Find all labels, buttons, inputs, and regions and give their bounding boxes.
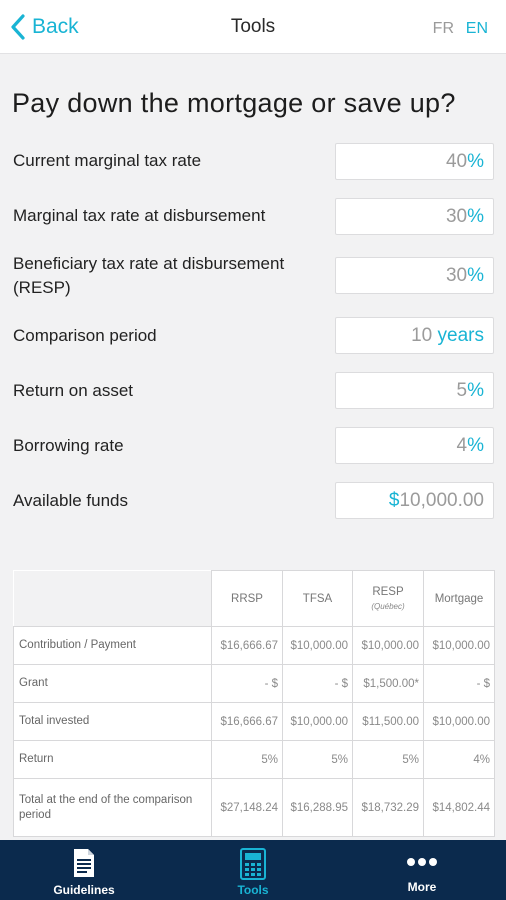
- row-label: Total at the end of the comparison perio…: [13, 778, 212, 837]
- table-cell: $16,666.67: [211, 626, 283, 665]
- percent-unit: %: [467, 206, 484, 227]
- disbursement-tax-rate-value: 30: [445, 206, 468, 227]
- return-on-asset-value: 5: [456, 380, 468, 401]
- tab-tools-label: Tools: [237, 883, 269, 897]
- back-label: Back: [32, 15, 79, 38]
- resp-header-label: RESP: [372, 586, 404, 598]
- table-cell: - $: [282, 664, 353, 703]
- table-row: Total at the end of the comparison perio…: [13, 778, 495, 837]
- table-cell: $27,148.24: [211, 778, 283, 837]
- row-label: Contribution / Payment: [13, 626, 212, 665]
- beneficiary-tax-rate-input[interactable]: 30%: [335, 257, 494, 294]
- current-tax-rate-input[interactable]: 40%: [335, 143, 494, 180]
- more-dots-icon: [338, 848, 506, 878]
- resp-header-sub: (Québec): [371, 602, 405, 611]
- table-cell: $16,288.95: [282, 778, 353, 837]
- currency-unit: $: [388, 490, 400, 511]
- table-cell: $10,000.00: [423, 626, 495, 665]
- disbursement-tax-rate-label: Marginal tax rate at disbursement: [13, 206, 266, 225]
- table-corner: [13, 570, 212, 627]
- table-cell: 4%: [423, 740, 495, 779]
- table-cell: 5%: [211, 740, 283, 779]
- table-row: Contribution / Payment $16,666.67 $10,00…: [13, 626, 495, 665]
- column-header-resp: RESP (Québec): [352, 570, 424, 627]
- available-funds-input[interactable]: $10,000.00: [335, 482, 494, 519]
- table-cell: $10,000.00: [423, 702, 495, 741]
- tab-guidelines-label: Guidelines: [53, 883, 115, 897]
- table-row: Total invested $16,666.67 $10,000.00 $11…: [13, 702, 495, 741]
- table-cell: 5%: [282, 740, 353, 779]
- table-row: Grant - $ - $ $1,500.00* - $: [13, 664, 495, 703]
- borrowing-rate-input[interactable]: 4%: [335, 427, 494, 464]
- calculator-icon: [169, 848, 337, 880]
- back-button[interactable]: Back: [10, 12, 79, 42]
- comparison-table: RRSP TFSA RESP (Québec) Mortgage Contribu…: [13, 570, 495, 837]
- table-cell: $10,000.00: [282, 702, 353, 741]
- column-header-rrsp: RRSP: [211, 570, 283, 627]
- table-header-row: RRSP TFSA RESP (Québec) Mortgage: [13, 570, 495, 627]
- lang-fr-button[interactable]: FR: [433, 20, 454, 38]
- years-unit: years: [432, 325, 484, 346]
- tab-guidelines[interactable]: Guidelines: [0, 840, 168, 900]
- percent-unit: %: [467, 265, 484, 286]
- percent-unit: %: [467, 151, 484, 172]
- row-label: Total invested: [13, 702, 212, 741]
- table-cell: - $: [211, 664, 283, 703]
- table-cell: $16,666.67: [211, 702, 283, 741]
- column-header-tfsa: TFSA: [282, 570, 353, 627]
- table-cell: $1,500.00*: [352, 664, 424, 703]
- beneficiary-tax-rate-label-line2: (RESP): [13, 278, 71, 297]
- table-cell: $14,802.44: [423, 778, 495, 837]
- table-cell: - $: [423, 664, 495, 703]
- row-label: Return: [13, 740, 212, 779]
- beneficiary-tax-rate-label: Beneficiary tax rate at disbursement (RE…: [13, 252, 284, 300]
- table-cell: 5%: [352, 740, 424, 779]
- lang-en-button[interactable]: EN: [466, 20, 488, 38]
- table-row: Return 5% 5% 5% 4%: [13, 740, 495, 779]
- beneficiary-tax-rate-value: 30: [445, 265, 468, 286]
- current-tax-rate-value: 40: [445, 151, 468, 172]
- tab-more-label: More: [407, 880, 437, 894]
- tab-more[interactable]: More: [338, 840, 506, 900]
- return-on-asset-input[interactable]: 5%: [335, 372, 494, 409]
- row-label: Grant: [13, 664, 212, 703]
- table-cell: $10,000.00: [352, 626, 424, 665]
- available-funds-label: Available funds: [13, 491, 128, 510]
- current-tax-rate-label: Current marginal tax rate: [13, 151, 202, 170]
- tab-tools[interactable]: Tools: [169, 840, 337, 900]
- percent-unit: %: [467, 380, 484, 401]
- percent-unit: %: [467, 435, 484, 456]
- table-cell: $11,500.00: [352, 702, 424, 741]
- comparison-period-input[interactable]: 10 years: [335, 317, 494, 354]
- comparison-period-value: 10: [411, 325, 433, 346]
- bottom-tab-bar: Guidelines Tools More: [0, 840, 506, 900]
- chevron-left-icon: [10, 12, 32, 42]
- column-header-mortgage: Mortgage: [423, 570, 495, 627]
- document-icon: [0, 848, 168, 878]
- page-title: Pay down the mortgage or save up?: [12, 88, 456, 118]
- beneficiary-tax-rate-label-line1: Beneficiary tax rate at disbursement: [13, 254, 285, 273]
- table-cell: $18,732.29: [352, 778, 424, 837]
- return-on-asset-label: Return on asset: [13, 381, 134, 400]
- comparison-period-label: Comparison period: [13, 326, 157, 345]
- main-content: Pay down the mortgage or save up? Curren…: [0, 55, 506, 840]
- borrowing-rate-value: 4: [456, 435, 468, 456]
- available-funds-value: 10,000.00: [399, 490, 484, 511]
- borrowing-rate-label: Borrowing rate: [13, 436, 124, 455]
- top-bar: Back Tools FR EN: [0, 0, 506, 54]
- disbursement-tax-rate-input[interactable]: 30%: [335, 198, 494, 235]
- table-cell: $10,000.00: [282, 626, 353, 665]
